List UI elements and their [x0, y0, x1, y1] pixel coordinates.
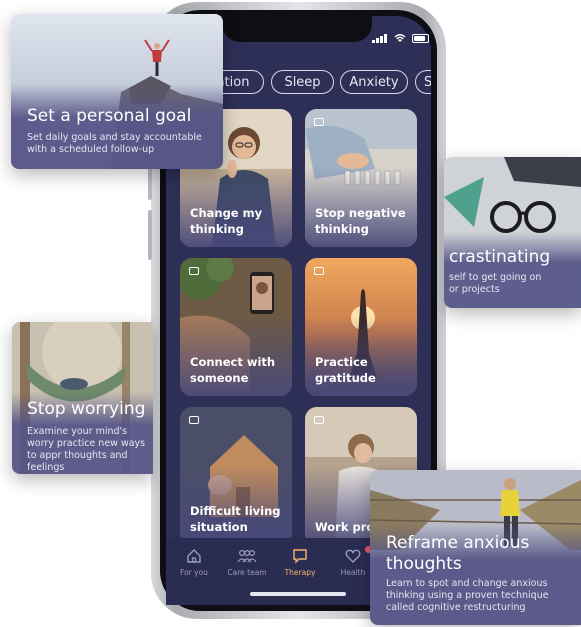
tile-label: Difficult living situation: [190, 504, 281, 534]
people-icon: [237, 549, 257, 563]
card-description: Set daily goals and stay accountable wit…: [27, 132, 202, 155]
home-indicator: [250, 592, 346, 596]
tile-label: Change my thinking: [190, 206, 263, 236]
card-description: Learn to spot and change anxious thinkin…: [386, 578, 549, 613]
status-icons: [372, 30, 429, 43]
category-chip-anxiety[interactable]: Anxiety: [340, 70, 408, 94]
nav-item-therapy[interactable]: Therapy: [275, 548, 325, 577]
chat-icon: [189, 416, 199, 424]
chat-icon: [314, 118, 324, 126]
tile-label: Stop negative thinking: [315, 206, 406, 236]
topic-tile-stop-negative[interactable]: Stop negative thinking: [305, 109, 417, 247]
procrastinating-card[interactable]: crastinating self to get going on or pro…: [444, 157, 581, 308]
card-title: Reframe anxious thoughts: [386, 533, 530, 574]
card-title: crastinating: [449, 247, 551, 267]
card-description: Examine your mind's worry practice new w…: [27, 426, 146, 473]
home-icon: [187, 549, 201, 563]
goal-card[interactable]: Set a personal goal Set daily goals and …: [11, 14, 223, 169]
worrying-card[interactable]: Stop worrying Examine your mind's worry …: [12, 322, 153, 474]
reframe-card[interactable]: Reframe anxious thoughts Learn to spot a…: [370, 470, 581, 625]
category-chip-sleep[interactable]: Sleep: [271, 70, 334, 94]
category-chip-more[interactable]: S: [415, 70, 431, 94]
chat-icon: [293, 549, 307, 564]
chat-icon: [314, 416, 324, 424]
tile-label: Connect with someone: [190, 355, 276, 385]
wifi-icon: [394, 34, 405, 42]
topic-tile-gratitude[interactable]: Practice gratitude: [305, 258, 417, 396]
chat-icon: [189, 267, 199, 275]
volume-button: [148, 210, 152, 260]
tile-label: Practice gratitude: [315, 355, 376, 385]
signal-icon: [372, 30, 392, 43]
card-description: self to get going on or projects: [449, 272, 542, 295]
topic-tile-connect[interactable]: Connect with someone: [180, 258, 292, 396]
card-title: Set a personal goal: [27, 106, 192, 126]
nav-item-care-team[interactable]: Care team: [222, 548, 272, 577]
nav-item-for-you[interactable]: For you: [169, 548, 219, 577]
battery-icon: [412, 34, 429, 43]
chat-icon: [314, 267, 324, 275]
card-title: Stop worrying: [27, 399, 146, 419]
heart-icon: [345, 549, 361, 563]
topic-tile-living-situation[interactable]: Difficult living situation: [180, 407, 292, 545]
phone-notch: [222, 12, 372, 42]
